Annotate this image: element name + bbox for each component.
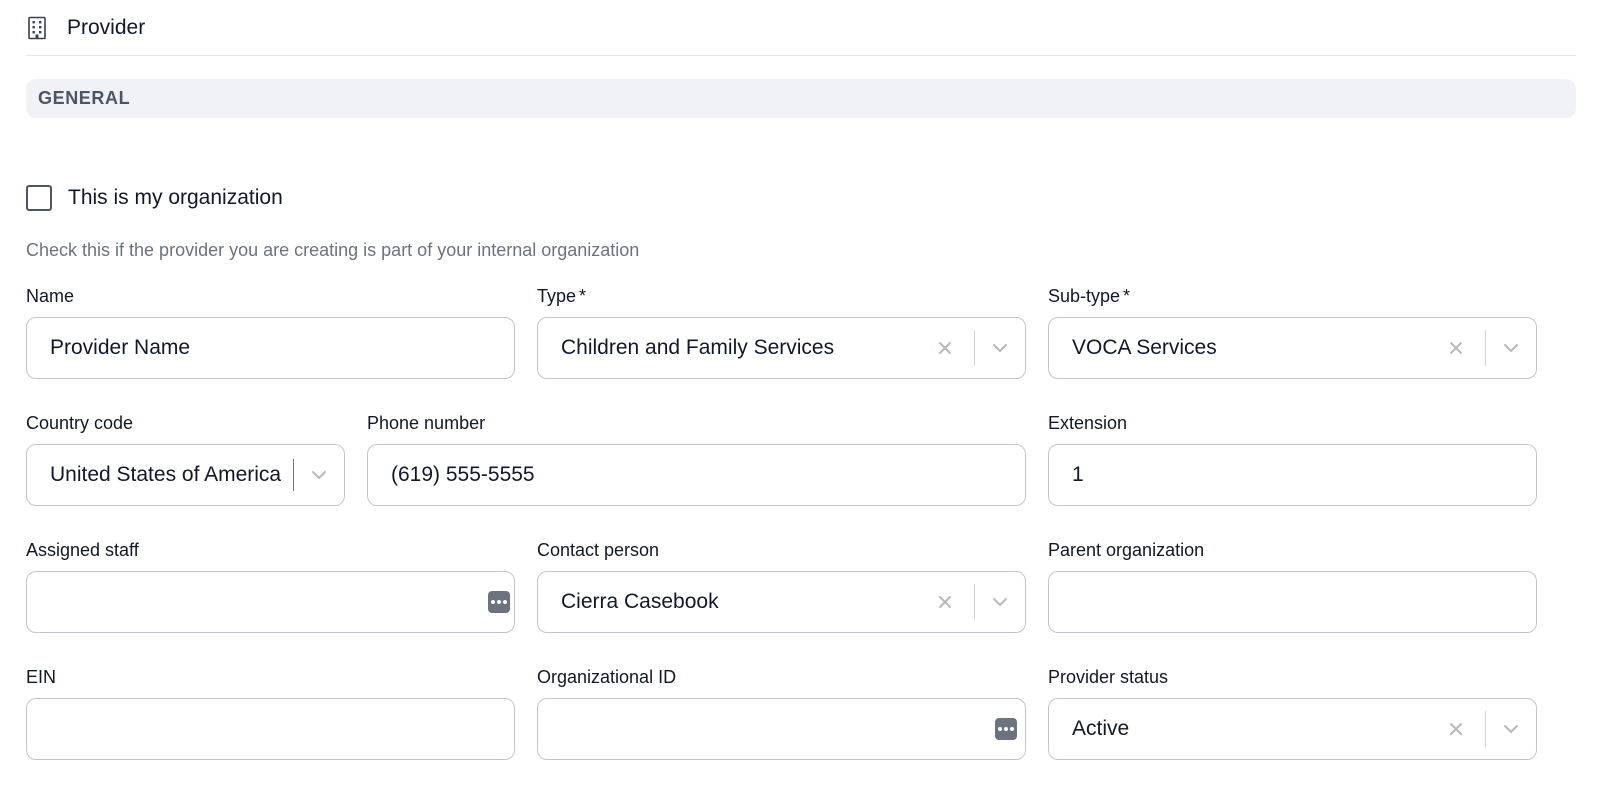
phone-number-input-box[interactable] (367, 444, 1026, 506)
organizational-id-input-box[interactable] (537, 698, 1026, 760)
extension-field: Extension (1048, 412, 1537, 506)
form-header: Provider (26, 0, 1576, 56)
provider-status-label: Provider status (1048, 667, 1169, 687)
name-field: Name (26, 285, 515, 379)
subtype-field: Sub-type * VOCA Services (1048, 285, 1537, 379)
subtype-select[interactable]: VOCA Services (1048, 317, 1537, 379)
clear-icon[interactable] (1443, 716, 1469, 742)
extension-label: Extension (1048, 413, 1128, 433)
type-select-value: Children and Family Services (561, 336, 835, 359)
phone-number-field: Phone number (367, 412, 1026, 506)
country-code-label: Country code (26, 413, 134, 433)
chevron-down-icon[interactable] (975, 572, 1025, 632)
contact-person-value: Cierra Casebook (561, 590, 719, 613)
organizational-id-field: Organizational ID (537, 666, 1026, 760)
assigned-staff-label: Assigned staff (26, 540, 139, 560)
my-organization-help-text: Check this if the provider you are creat… (26, 240, 640, 260)
contact-person-select[interactable]: Cierra Casebook (537, 571, 1026, 633)
more-options-icon[interactable] (995, 718, 1017, 740)
building-icon (27, 16, 47, 40)
country-code-field: Country code United States of America (26, 412, 345, 506)
name-input-box[interactable] (26, 317, 515, 379)
parent-organization-input[interactable] (1049, 572, 1536, 632)
required-mark: * (579, 286, 587, 306)
my-organization-label: This is my organization (68, 186, 283, 209)
my-organization-checkbox[interactable] (26, 185, 52, 211)
parent-organization-label: Parent organization (1048, 540, 1205, 560)
chevron-down-icon[interactable] (1486, 318, 1536, 378)
extension-input-box[interactable] (1048, 444, 1537, 506)
type-select[interactable]: Children and Family Services (537, 317, 1026, 379)
chevron-down-icon[interactable] (975, 318, 1025, 378)
my-organization-toggle[interactable]: This is my organization (26, 185, 283, 211)
clear-icon[interactable] (1443, 335, 1469, 361)
type-label-text: Type (537, 286, 577, 306)
extension-input[interactable] (1049, 445, 1536, 505)
ein-label: EIN (26, 667, 57, 687)
country-code-value: United States of America (50, 463, 282, 486)
ein-field: EIN (26, 666, 515, 760)
provider-status-select[interactable]: Active (1048, 698, 1537, 760)
page-title: Provider (67, 15, 146, 39)
type-field: Type * Children and Family Services (537, 285, 1026, 379)
assigned-staff-input[interactable] (27, 572, 514, 632)
name-input[interactable] (27, 318, 514, 378)
ein-input-box[interactable] (26, 698, 515, 760)
phone-number-input[interactable] (368, 445, 1025, 505)
parent-organization-input-box[interactable] (1048, 571, 1537, 633)
provider-status-field: Provider status Active (1048, 666, 1537, 760)
provider-form-page: Provider GENERAL This is my organization… (0, 0, 1600, 798)
phone-number-label: Phone number (367, 413, 486, 433)
contact-person-field: Contact person Cierra Casebook (537, 539, 1026, 633)
subtype-label: Sub-type * (1048, 285, 1537, 307)
subtype-select-value: VOCA Services (1072, 336, 1217, 359)
ein-input[interactable] (27, 699, 514, 759)
organizational-id-input[interactable] (538, 699, 1025, 759)
assigned-staff-field: Assigned staff (26, 539, 515, 633)
organizational-id-label: Organizational ID (537, 667, 677, 687)
more-options-icon[interactable] (488, 591, 510, 613)
section-general-header: GENERAL (26, 79, 1576, 118)
assigned-staff-input-box[interactable] (26, 571, 515, 633)
provider-status-value: Active (1072, 717, 1130, 740)
country-code-select[interactable]: United States of America (26, 444, 345, 506)
type-label: Type * (537, 285, 1026, 307)
clear-icon[interactable] (932, 589, 958, 615)
contact-person-label: Contact person (537, 540, 660, 560)
name-label: Name (26, 286, 75, 306)
chevron-down-icon[interactable] (294, 445, 344, 505)
section-title: GENERAL (38, 88, 131, 108)
subtype-label-text: Sub-type (1048, 286, 1121, 306)
required-mark: * (1123, 286, 1131, 306)
chevron-down-icon[interactable] (1486, 699, 1536, 759)
parent-organization-field: Parent organization (1048, 539, 1537, 633)
clear-icon[interactable] (932, 335, 958, 361)
